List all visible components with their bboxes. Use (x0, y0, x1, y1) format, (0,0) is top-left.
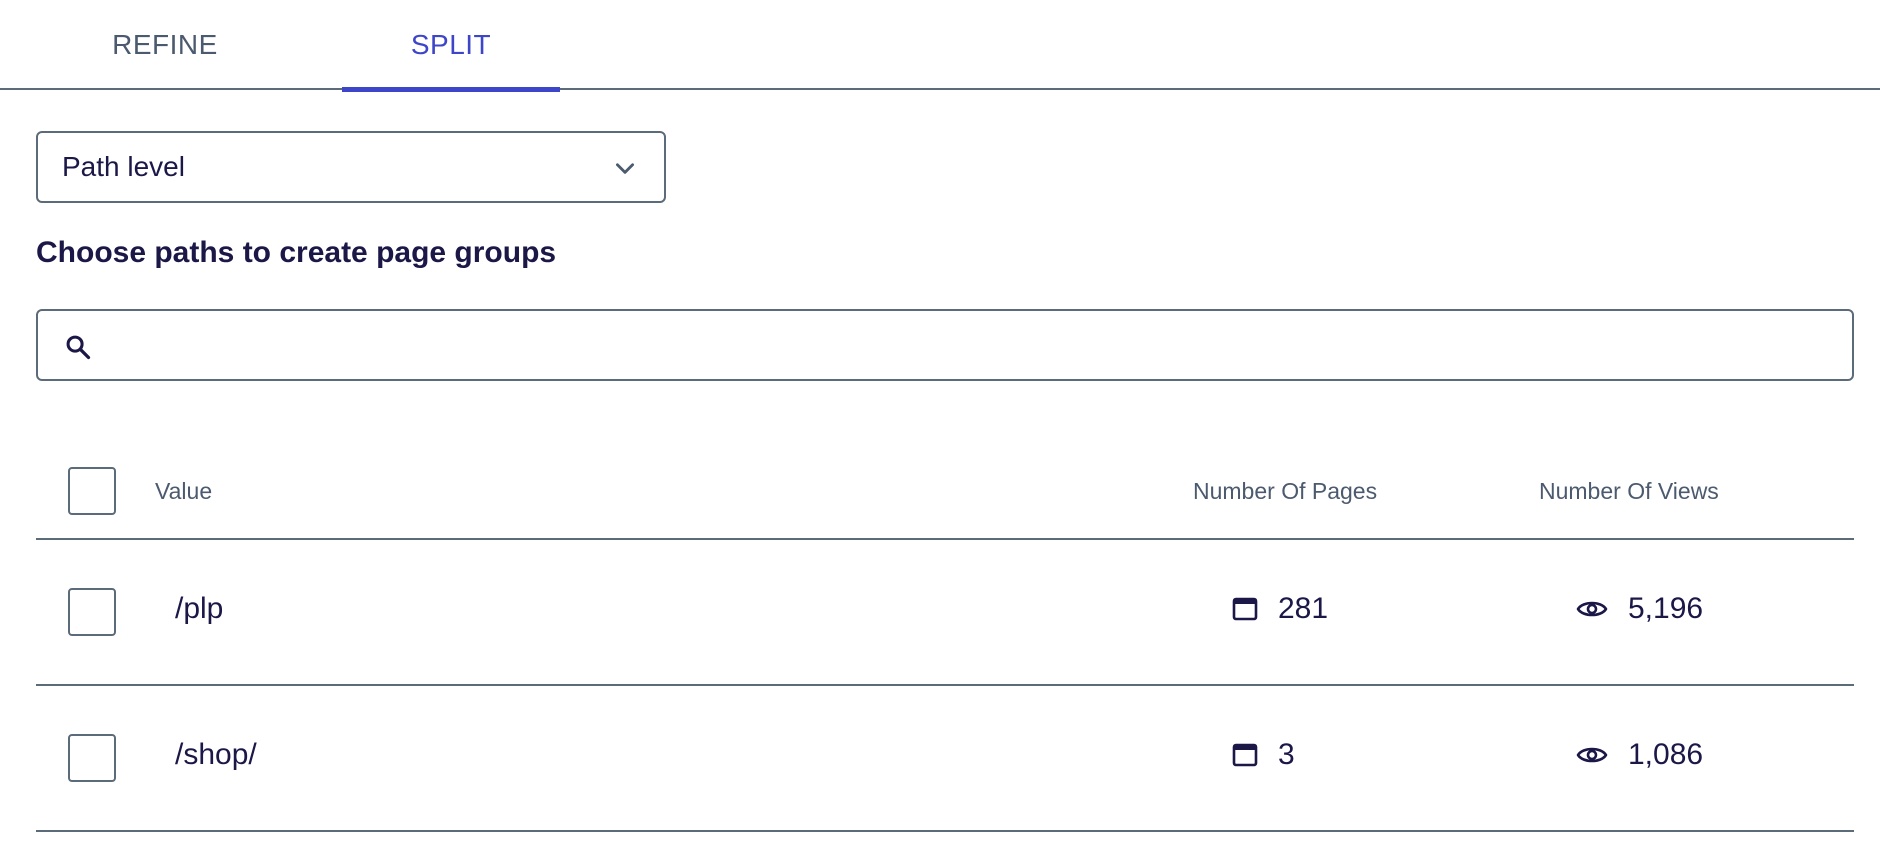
row-views-count: 5,196 (1628, 592, 1704, 625)
table-header: Value Number Of Pages Number Of Views (36, 440, 1854, 540)
table-row: /shop/ 3 1,086 (36, 686, 1854, 832)
row-checkbox[interactable] (68, 734, 116, 782)
column-header-views: Number Of Views (1539, 478, 1719, 504)
column-header-value: Value (155, 478, 213, 504)
eye-icon (1576, 601, 1608, 617)
chevron-down-icon (616, 163, 634, 174)
row-pages-count: 281 (1278, 592, 1329, 625)
dropdown-selected-value: Path level (62, 151, 185, 182)
row-views: 1,086 (1576, 738, 1703, 772)
column-header-pages: Number Of Pages (1193, 478, 1378, 504)
search-box[interactable] (36, 309, 1854, 381)
row-views: 5,196 (1576, 592, 1703, 626)
row-checkbox[interactable] (68, 588, 116, 636)
row-views-count: 1,086 (1628, 738, 1704, 771)
tab-refine[interactable]: REFINE (60, 0, 270, 90)
window-icon (1232, 597, 1258, 621)
section-title: Choose paths to create page groups (36, 236, 557, 269)
select-all-checkbox[interactable] (68, 467, 116, 515)
search-icon (66, 335, 91, 360)
tab-bar: REFINE SPLIT (0, 0, 1880, 92)
path-level-dropdown[interactable]: Path level (36, 131, 666, 203)
row-value: /plp (175, 592, 224, 625)
row-pages: 3 (1232, 738, 1295, 772)
row-value: /shop/ (175, 738, 257, 771)
row-pages: 281 (1232, 592, 1328, 626)
row-pages-count: 3 (1278, 738, 1295, 771)
search-input[interactable] (110, 319, 1830, 371)
tab-split[interactable]: SPLIT (342, 0, 560, 92)
eye-icon (1576, 747, 1608, 763)
window-icon (1232, 743, 1258, 767)
table-row: /plp 281 5,196 (36, 540, 1854, 686)
